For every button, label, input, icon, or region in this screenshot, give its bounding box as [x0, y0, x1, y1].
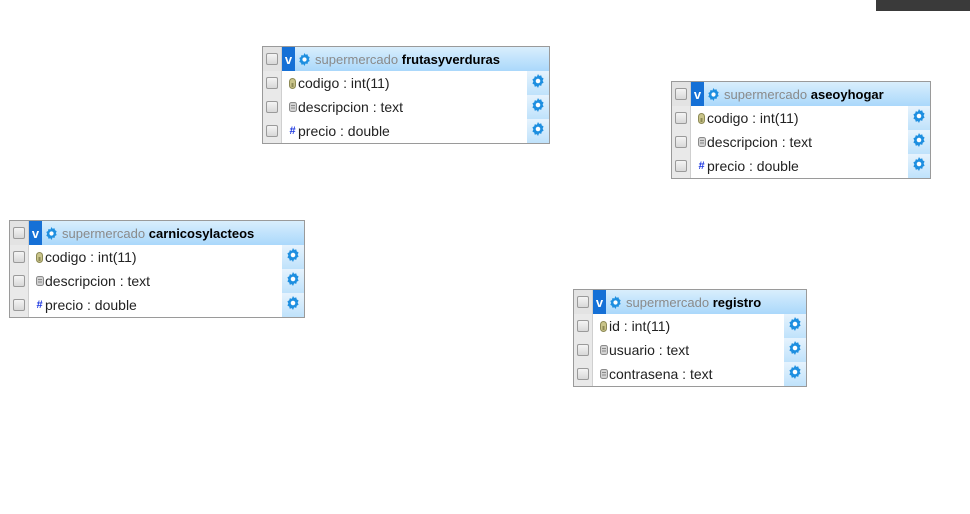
column-checkbox[interactable] [675, 112, 687, 124]
table-row[interactable]: descripcion : text [10, 269, 304, 293]
toggle-columns-button[interactable]: v [282, 47, 295, 71]
gear-icon[interactable] [707, 87, 720, 101]
gear-icon[interactable] [286, 295, 300, 315]
text-field-icon [288, 102, 297, 113]
column-label: codigo : int(11) [298, 75, 390, 91]
gear-icon[interactable] [286, 271, 300, 291]
select-table-checkbox[interactable] [13, 227, 25, 239]
column-checkbox[interactable] [266, 77, 278, 89]
gear-icon[interactable] [531, 97, 545, 117]
column-label: precio : double [298, 123, 390, 139]
table-row[interactable]: codigo : int(11) [10, 245, 304, 269]
table-box-registro[interactable]: v supermercado registro id : int(11) usu… [573, 289, 807, 387]
column-checkbox[interactable] [577, 344, 589, 356]
column-checkbox[interactable] [577, 320, 589, 332]
gear-icon[interactable] [912, 156, 926, 176]
column-checkbox[interactable] [13, 299, 25, 311]
table-title[interactable]: supermercado frutasyverduras [315, 52, 500, 67]
gear-icon[interactable] [45, 226, 58, 240]
select-table-checkbox[interactable] [266, 53, 278, 65]
table-row[interactable]: # precio : double [263, 119, 549, 143]
toggle-columns-button[interactable]: v [691, 82, 704, 106]
column-checkbox[interactable] [577, 368, 589, 380]
column-label: descripcion : text [298, 99, 404, 115]
table-row[interactable]: contrasena : text [574, 362, 806, 386]
column-label: descripcion : text [707, 134, 813, 150]
key-icon [599, 320, 608, 332]
column-checkbox[interactable] [266, 101, 278, 113]
table-box-frutasyverduras[interactable]: v supermercado frutasyverduras codigo : … [262, 46, 550, 144]
table-row[interactable]: usuario : text [574, 338, 806, 362]
gear-icon[interactable] [912, 132, 926, 152]
table-header[interactable]: v supermercado registro [574, 290, 806, 314]
table-header[interactable]: v supermercado frutasyverduras [263, 47, 549, 71]
table-title[interactable]: supermercado carnicosylacteos [62, 226, 254, 241]
gear-icon[interactable] [609, 295, 622, 309]
top-toolbar-strip [876, 0, 970, 11]
select-table-checkbox[interactable] [675, 88, 687, 100]
table-header[interactable]: v supermercado aseoyhogar [672, 82, 930, 106]
column-checkbox[interactable] [13, 275, 25, 287]
table-row[interactable]: codigo : int(11) [672, 106, 930, 130]
column-label: codigo : int(11) [707, 110, 799, 126]
text-field-icon [599, 369, 608, 380]
table-row[interactable]: descripcion : text [672, 130, 930, 154]
column-checkbox[interactable] [675, 160, 687, 172]
text-field-icon [35, 276, 44, 287]
table-header[interactable]: v supermercado carnicosylacteos [10, 221, 304, 245]
column-label: contrasena : text [609, 366, 713, 382]
gear-icon[interactable] [788, 340, 802, 360]
gear-icon[interactable] [788, 364, 802, 384]
column-label: codigo : int(11) [45, 249, 137, 265]
column-label: id : int(11) [609, 318, 671, 334]
table-row[interactable]: id : int(11) [574, 314, 806, 338]
text-field-icon [697, 137, 706, 148]
table-row[interactable]: # precio : double [672, 154, 930, 178]
select-table-checkbox[interactable] [577, 296, 589, 308]
gear-icon[interactable] [286, 247, 300, 267]
table-row[interactable]: # precio : double [10, 293, 304, 317]
table-row[interactable]: descripcion : text [263, 95, 549, 119]
gear-icon[interactable] [788, 316, 802, 336]
table-box-carnicosylacteos[interactable]: v supermercado carnicosylacteos codigo :… [9, 220, 305, 318]
key-icon [697, 112, 706, 124]
column-checkbox[interactable] [266, 125, 278, 137]
hash-icon: # [289, 125, 296, 137]
text-field-icon [599, 345, 608, 356]
gear-icon[interactable] [531, 73, 545, 93]
gear-icon[interactable] [912, 108, 926, 128]
table-box-aseoyhogar[interactable]: v supermercado aseoyhogar codigo : int(1… [671, 81, 931, 179]
key-icon [288, 77, 297, 89]
table-title[interactable]: supermercado aseoyhogar [724, 87, 884, 102]
hash-icon: # [698, 160, 705, 172]
column-checkbox[interactable] [13, 251, 25, 263]
column-label: precio : double [45, 297, 137, 313]
hash-icon: # [36, 299, 43, 311]
column-label: precio : double [707, 158, 799, 174]
table-title[interactable]: supermercado registro [626, 295, 761, 310]
column-checkbox[interactable] [675, 136, 687, 148]
toggle-columns-button[interactable]: v [593, 290, 606, 314]
key-icon [35, 251, 44, 263]
gear-icon[interactable] [298, 52, 311, 66]
column-label: descripcion : text [45, 273, 151, 289]
gear-icon[interactable] [531, 121, 545, 141]
table-row[interactable]: codigo : int(11) [263, 71, 549, 95]
toggle-columns-button[interactable]: v [29, 221, 42, 245]
column-label: usuario : text [609, 342, 690, 358]
